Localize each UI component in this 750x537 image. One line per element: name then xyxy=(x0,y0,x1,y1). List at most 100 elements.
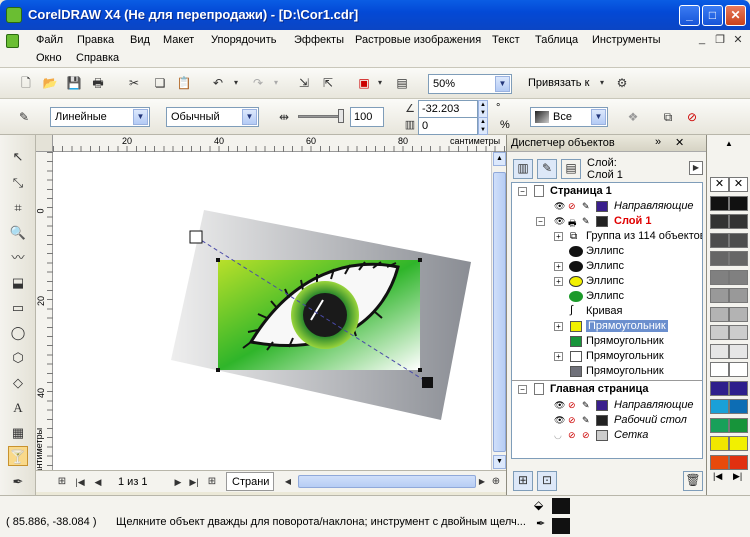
color-swatch[interactable] xyxy=(729,232,748,248)
doc-minimize-icon[interactable]: _ xyxy=(695,33,709,45)
open-icon[interactable]: 📂 xyxy=(42,75,58,91)
tree-master-page[interactable]: − Главная страница xyxy=(512,382,702,397)
import-icon[interactable]: ⇲ xyxy=(296,75,312,91)
snap-dropdown-icon[interactable]: ▾ xyxy=(594,75,610,91)
prev-page-icon[interactable]: ◀ xyxy=(90,474,106,490)
no-color-swatch[interactable]: ✕ xyxy=(710,177,729,192)
collapse-docker-icon[interactable]: » xyxy=(655,136,661,148)
selection-handle[interactable] xyxy=(216,258,220,262)
midpoint-value-input[interactable]: 100 xyxy=(350,107,384,127)
collapse-icon[interactable]: − xyxy=(536,217,545,226)
horizontal-scrollbar[interactable] xyxy=(298,475,476,488)
paste-icon[interactable]: 📋 xyxy=(176,75,192,91)
expand-icon[interactable]: + xyxy=(554,262,563,271)
menu-file[interactable]: Файл xyxy=(36,34,63,46)
app-launcher-dropdown-icon[interactable]: ▾ xyxy=(372,75,388,91)
freehand-tool-icon[interactable]: 〰 xyxy=(8,248,28,268)
transparency-tool-icon[interactable]: 🍸 xyxy=(8,446,28,466)
close-docker-icon[interactable]: ✕ xyxy=(675,136,684,149)
ellipse-tool-icon[interactable]: ◯ xyxy=(8,323,28,343)
print-disabled-icon[interactable]: ⊘ xyxy=(568,430,576,441)
object-tree[interactable]: − Страница 1 👁 ⊘ ✎ Направляющие − 👁 🖶 ✎ … xyxy=(511,182,703,459)
menu-table[interactable]: Таблица xyxy=(535,34,578,46)
menu-layout[interactable]: Макет xyxy=(163,34,194,46)
doc-restore-icon[interactable]: ❐ xyxy=(713,33,727,46)
color-swatch[interactable] xyxy=(710,288,729,303)
edit-across-layers-icon[interactable]: ✎ xyxy=(537,159,557,179)
ruler-origin[interactable] xyxy=(36,135,53,152)
menu-view[interactable]: Вид xyxy=(130,34,150,46)
outline-color-swatch[interactable] xyxy=(552,518,570,534)
scroll-up-icon[interactable]: ▲ xyxy=(493,152,506,166)
transparency-end-handle[interactable] xyxy=(422,377,433,388)
basic-shapes-icon[interactable]: ◇ xyxy=(8,373,28,393)
tree-rectangle-gray[interactable]: Прямоугольник xyxy=(512,364,702,379)
crop-tool-icon[interactable]: ⌗ xyxy=(8,198,28,218)
expand-icon[interactable]: + xyxy=(554,277,563,286)
color-swatch[interactable] xyxy=(710,195,729,211)
artwork[interactable] xyxy=(53,152,491,470)
tree-rectangle-white[interactable]: + Прямоугольник xyxy=(512,349,702,364)
tree-group[interactable]: + ⧉ Группа из 114 объектов xyxy=(512,229,702,244)
color-swatch[interactable] xyxy=(710,454,729,470)
polygon-tool-icon[interactable]: ⬡ xyxy=(8,348,28,368)
color-swatch[interactable] xyxy=(729,325,748,340)
clear-transparency-icon[interactable]: ⊘ xyxy=(684,109,700,125)
tree-curve[interactable]: ∫ Кривая xyxy=(512,304,702,319)
menu-effects[interactable]: Эффекты xyxy=(294,34,344,46)
zoom-select[interactable]: 50% ▼ xyxy=(428,74,512,94)
layer-color-swatch[interactable] xyxy=(596,216,608,227)
color-swatch[interactable] xyxy=(710,417,729,433)
color-swatch[interactable] xyxy=(729,454,748,470)
color-swatch[interactable] xyxy=(710,436,729,451)
edge-pad-spinner[interactable]: ▲ ▼ xyxy=(478,117,488,135)
edge-pad-input[interactable]: 0 xyxy=(418,117,478,135)
eye-icon[interactable]: 👁 xyxy=(554,216,565,227)
color-swatch[interactable] xyxy=(729,380,748,396)
smart-fill-icon[interactable]: ⬓ xyxy=(8,273,28,293)
color-swatch[interactable] xyxy=(729,195,748,211)
new-document-icon[interactable]: 🗋 xyxy=(18,75,34,91)
scroll-down-icon[interactable]: ▼ xyxy=(493,455,506,469)
scroll-thumb[interactable] xyxy=(493,172,506,452)
selection-handle[interactable] xyxy=(216,368,220,372)
color-swatch[interactable] xyxy=(710,306,729,322)
color-swatch[interactable] xyxy=(729,288,748,303)
expand-icon[interactable]: + xyxy=(554,322,563,331)
app-launcher-icon[interactable]: ▣ xyxy=(356,75,372,91)
angle-input[interactable]: -32.203 xyxy=(418,100,478,118)
palette-last-icon[interactable]: ▶| xyxy=(733,471,742,482)
freeze-icon[interactable]: ❖ xyxy=(625,109,641,125)
undo-dropdown-icon[interactable]: ▾ xyxy=(228,75,244,91)
color-swatch[interactable] xyxy=(710,251,729,266)
layer-manager-view-icon[interactable]: ▤ xyxy=(561,159,581,179)
color-swatch[interactable] xyxy=(710,214,729,229)
flyout-arrow-icon[interactable]: ▶ xyxy=(689,161,703,175)
menu-arrange[interactable]: Упорядочить xyxy=(211,34,276,46)
next-page-icon[interactable]: ▶ xyxy=(170,474,186,490)
last-page-icon[interactable]: ▶| xyxy=(186,474,202,490)
copy-icon[interactable]: ❏ xyxy=(152,75,168,91)
palette-scroll-up-icon[interactable]: ▲ xyxy=(710,139,748,149)
first-page-icon[interactable]: |◀ xyxy=(72,474,88,490)
welcome-screen-icon[interactable]: ▤ xyxy=(394,75,410,91)
pencil-icon[interactable]: ✎ xyxy=(582,216,590,227)
collapse-icon[interactable]: − xyxy=(518,187,527,196)
angle-spinner[interactable]: ▲ ▼ xyxy=(478,100,488,118)
print-disabled-icon[interactable]: ⊘ xyxy=(568,201,576,212)
shape-tool-icon[interactable]: ⤡ xyxy=(8,173,28,193)
delete-icon[interactable]: 🗑 xyxy=(683,471,703,491)
menu-text[interactable]: Текст xyxy=(492,34,520,46)
edit-disabled-icon[interactable]: ⊘ xyxy=(582,430,590,441)
print-disabled-icon[interactable]: ⊘ xyxy=(568,415,576,426)
eye-icon[interactable]: 👁 xyxy=(554,201,565,212)
layer-color-swatch[interactable] xyxy=(596,201,608,212)
pencil-icon[interactable]: ✎ xyxy=(582,201,590,212)
zoom-navigator-icon[interactable]: ⊕ xyxy=(488,474,504,490)
zoom-tool-icon[interactable]: 🔍 xyxy=(8,223,28,243)
print-disabled-icon[interactable]: ⊘ xyxy=(568,400,576,411)
layer-color-swatch[interactable] xyxy=(596,400,608,411)
menu-tools[interactable]: Инструменты xyxy=(592,34,661,46)
no-color-swatch[interactable]: ✕ xyxy=(729,177,748,192)
pick-tool-icon[interactable]: ↖ xyxy=(8,147,28,167)
